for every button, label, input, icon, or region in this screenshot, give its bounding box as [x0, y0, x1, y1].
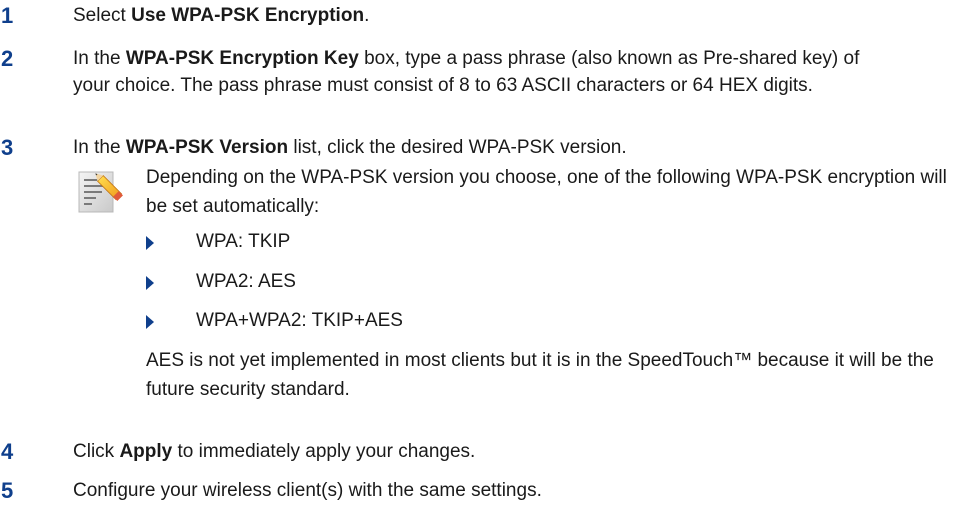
- step-text-after: to immediately apply your changes.: [172, 441, 476, 462]
- triangle-bullet-icon: [146, 276, 154, 290]
- bullet-text: WPA: TKIP: [196, 231, 291, 252]
- note-text: Depending on the WPA-PSK version you cho…: [146, 167, 947, 217]
- step-text-before: In the: [73, 137, 126, 158]
- step-text: Select Use WPA-PSK Encryption.: [73, 2, 953, 29]
- ui-term: WPA-PSK Encryption Key: [125, 48, 359, 69]
- step-text: In the WPA-PSK Version list, click the d…: [73, 134, 953, 161]
- step-number: 1: [1, 3, 14, 28]
- step-number: 5: [1, 478, 14, 503]
- note-followup-text: AES is not yet implemented in most clien…: [146, 350, 934, 400]
- step-text-after: .: [364, 5, 370, 26]
- step-number: 3: [1, 135, 14, 160]
- bullet-item: WPA2: AES: [146, 268, 846, 298]
- ui-term: Use WPA-PSK Encryption: [131, 5, 365, 26]
- bullet-text: WPA+WPA2: TKIP+AES: [196, 310, 403, 331]
- step-text: Click Apply to immediately apply your ch…: [73, 438, 953, 465]
- step-number: 4: [1, 439, 14, 464]
- ui-term: Apply: [119, 441, 173, 462]
- note-pencil-icon: [78, 171, 123, 213]
- step-text: Configure your wireless client(s) with t…: [73, 477, 953, 504]
- document-page: 1 Select Use WPA-PSK Encryption. 2 In th…: [0, 0, 961, 509]
- ui-term: WPA-PSK Version: [125, 137, 289, 158]
- step-text-before: Select: [73, 5, 132, 26]
- bullet-text: WPA2: AES: [196, 271, 296, 292]
- triangle-bullet-icon: [146, 236, 154, 250]
- bullet-item: WPA+WPA2: TKIP+AES: [146, 307, 846, 337]
- step-text-after: list, click the desired WPA-PSK version.: [288, 137, 627, 158]
- bullet-item: WPA: TKIP: [146, 228, 846, 258]
- triangle-bullet-icon: [146, 315, 154, 329]
- step-text-before: Click: [73, 441, 120, 462]
- step-text-before: Configure your wireless client(s) with t…: [73, 480, 542, 501]
- step-text: In the WPA-PSK Encryption Key box, type …: [73, 45, 873, 99]
- step-text-before: In the: [73, 48, 126, 69]
- step-number: 2: [1, 46, 14, 71]
